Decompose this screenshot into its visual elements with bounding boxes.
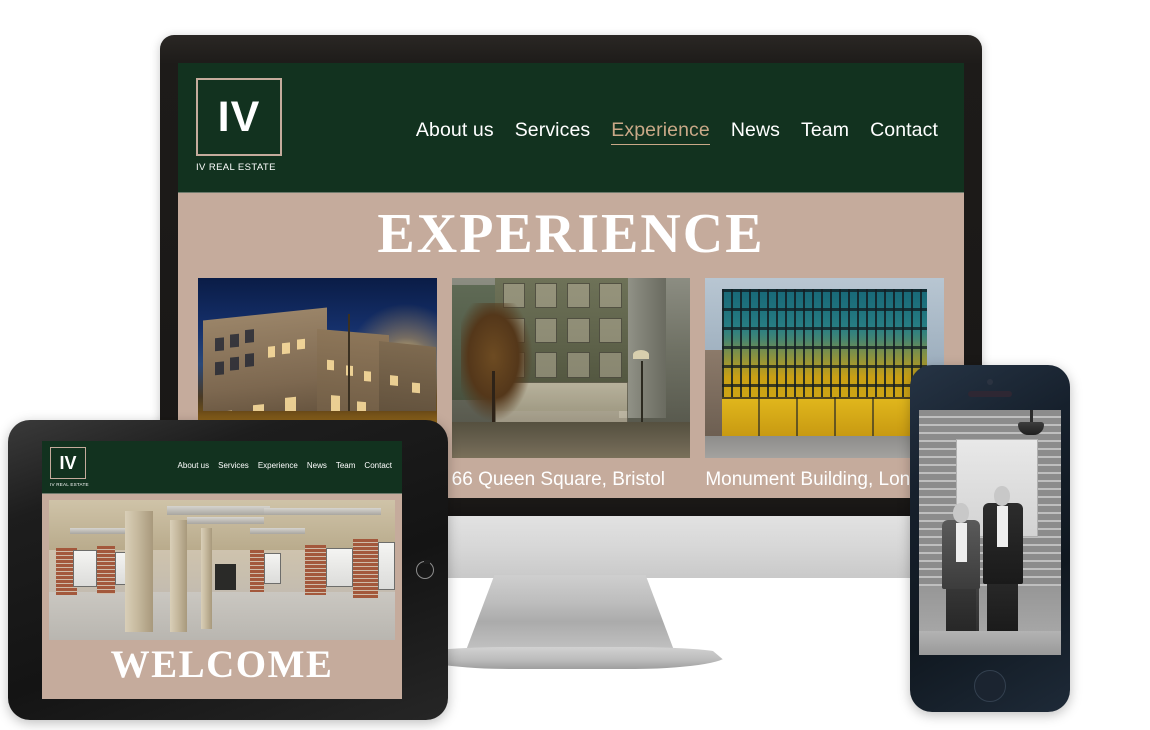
tablet-nav-item-team[interactable]: Team [336, 461, 356, 470]
page-title: EXPERIENCE [377, 203, 765, 265]
tablet-logo-mark: IV [59, 453, 77, 473]
monitor-base [415, 647, 727, 669]
tablet-screen: IV IV REAL ESTATE About us Services Expe… [42, 441, 402, 699]
industrial-office-interior-photo [49, 500, 395, 640]
experience-card-title: Monument Building, London [705, 468, 942, 490]
nav-item-services[interactable]: Services [515, 119, 591, 144]
experience-card-title: 66 Queen Square, Bristol [451, 468, 666, 490]
tablet-site-header: IV IV REAL ESTATE About us Services Expe… [42, 441, 402, 494]
site-logo[interactable]: IV IV REAL ESTATE [196, 78, 284, 173]
tablet-device: IV IV REAL ESTATE About us Services Expe… [8, 420, 448, 720]
tablet-page-title: WELCOME [110, 643, 334, 686]
yellow-louvre-tower-photo [705, 277, 945, 458]
smartphone-device [910, 365, 1070, 712]
logo-company-name: IV REAL ESTATE [196, 162, 276, 173]
tablet-nav-item-contact[interactable]: Contact [364, 461, 392, 470]
main-navigation: About us Services Experience News Team C… [416, 119, 938, 145]
device-mockup-stage: IV IV REAL ESTATE About us Services Expe… [0, 0, 1150, 730]
experience-card[interactable]: 66 Queen Square, Bristol 60,000 sq.ft. c… [451, 277, 691, 498]
tablet-nav-item-services[interactable]: Services [218, 461, 249, 470]
black-and-white-team-portrait-photo [919, 410, 1061, 655]
tablet-main-navigation: About us Services Experience News Team C… [178, 461, 392, 470]
nav-item-news[interactable]: News [731, 119, 780, 144]
logo-box: IV [196, 78, 282, 156]
phone-front-camera-icon [987, 379, 993, 385]
tablet-nav-item-about-us[interactable]: About us [178, 461, 210, 470]
tablet-nav-item-news[interactable]: News [307, 461, 327, 470]
tablet-site-logo[interactable]: IV IV REAL ESTATE [50, 447, 89, 487]
monitor-stand [465, 575, 675, 653]
tablet-page-body: WELCOME [42, 494, 402, 699]
nav-item-team[interactable]: Team [801, 119, 849, 144]
tablet-logo-company-name: IV REAL ESTATE [50, 482, 89, 487]
tablet-home-button-icon[interactable] [416, 560, 434, 579]
site-header: IV IV REAL ESTATE About us Services Expe… [178, 63, 964, 193]
phone-screen [919, 410, 1061, 655]
nav-item-about-us[interactable]: About us [416, 119, 494, 144]
green-office-block-photo [451, 277, 691, 458]
phone-home-button-icon[interactable] [974, 670, 1006, 702]
experience-card[interactable]: Monument Building, London 90,000 sq.ft. … [705, 277, 945, 498]
tablet-nav-item-experience[interactable]: Experience [258, 461, 298, 470]
logo-mark: IV [217, 92, 261, 141]
nav-item-experience[interactable]: Experience [611, 119, 710, 145]
nav-item-contact[interactable]: Contact [870, 119, 938, 144]
tablet-logo-box: IV [50, 447, 86, 479]
phone-earpiece-speaker-icon [968, 391, 1012, 397]
